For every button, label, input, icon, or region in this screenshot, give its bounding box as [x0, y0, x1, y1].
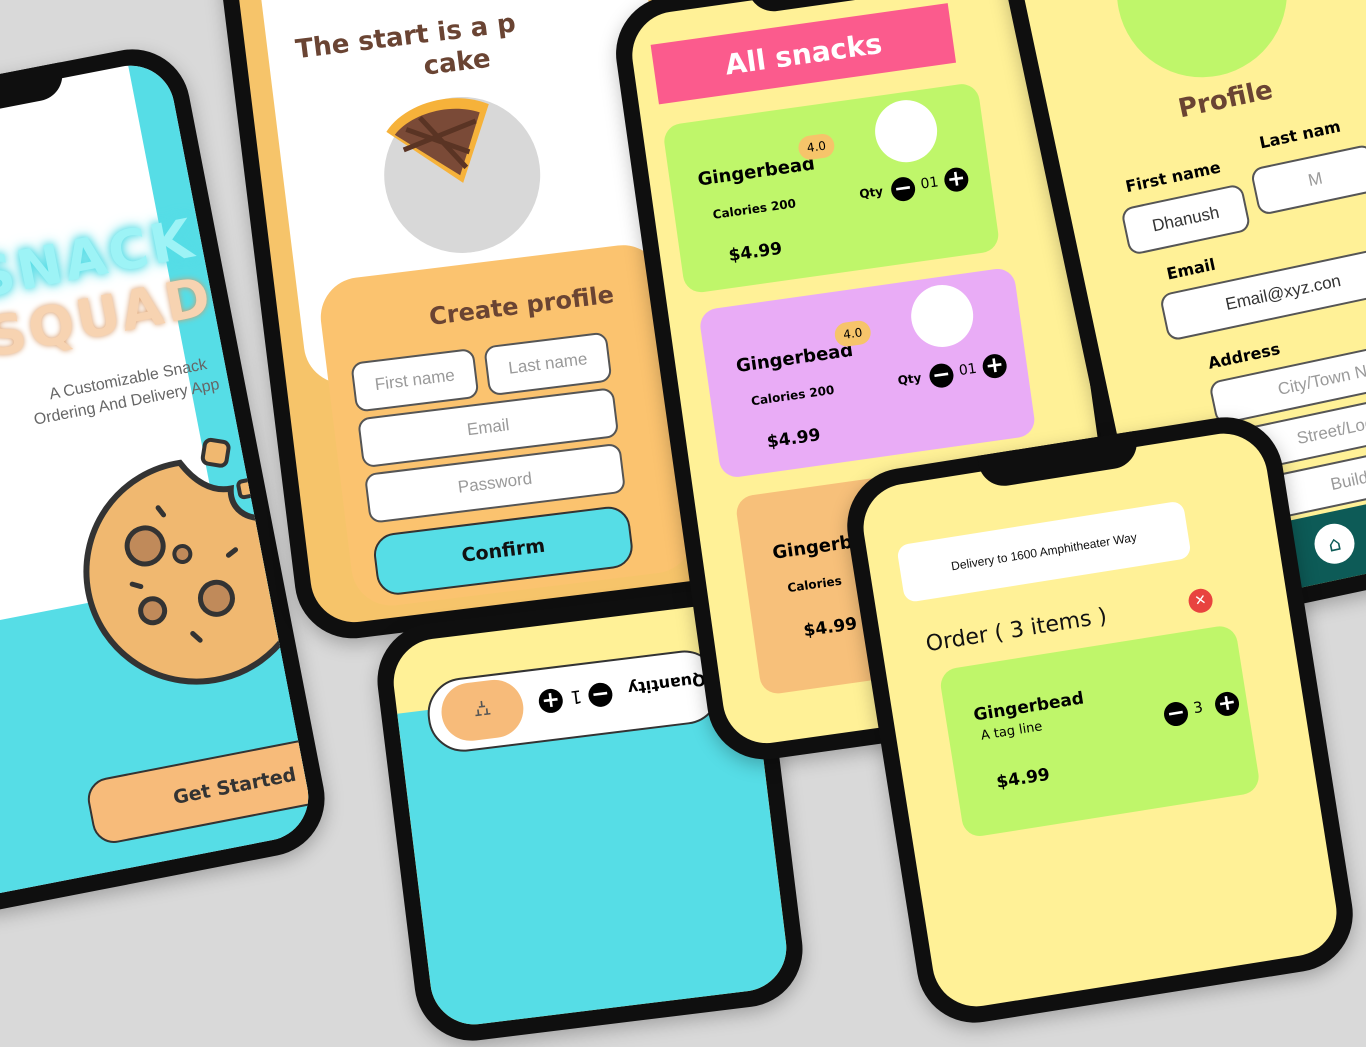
- bed-icon: ⛼: [472, 695, 493, 723]
- last-name-label: Last nam: [1257, 116, 1343, 153]
- all-snacks-header: All snacks: [650, 3, 957, 105]
- last-name-field[interactable]: M: [1249, 143, 1366, 217]
- qty-value: 01: [919, 174, 940, 193]
- quantity-value: 1: [569, 685, 584, 708]
- address-label: Address: [1206, 339, 1282, 373]
- qty-value: 01: [957, 360, 978, 380]
- order-screen: Delivery to 1600 Amphitheater Way Order …: [857, 427, 1343, 1013]
- waffle-illustration: [384, 96, 541, 253]
- profile-title: Profile: [1175, 75, 1276, 125]
- avatar: [1101, 0, 1303, 94]
- email-label: Email: [1164, 254, 1218, 284]
- cookie-illustration: [83, 437, 310, 685]
- delivery-address-bar[interactable]: Delivery to 1600 Amphitheater Way: [896, 500, 1192, 604]
- phone-order: Delivery to 1600 Amphitheater Way Order …: [838, 409, 1362, 1031]
- remove-icon[interactable]: ✕: [1186, 587, 1215, 615]
- first-name-field[interactable]: Dhanush: [1120, 183, 1252, 256]
